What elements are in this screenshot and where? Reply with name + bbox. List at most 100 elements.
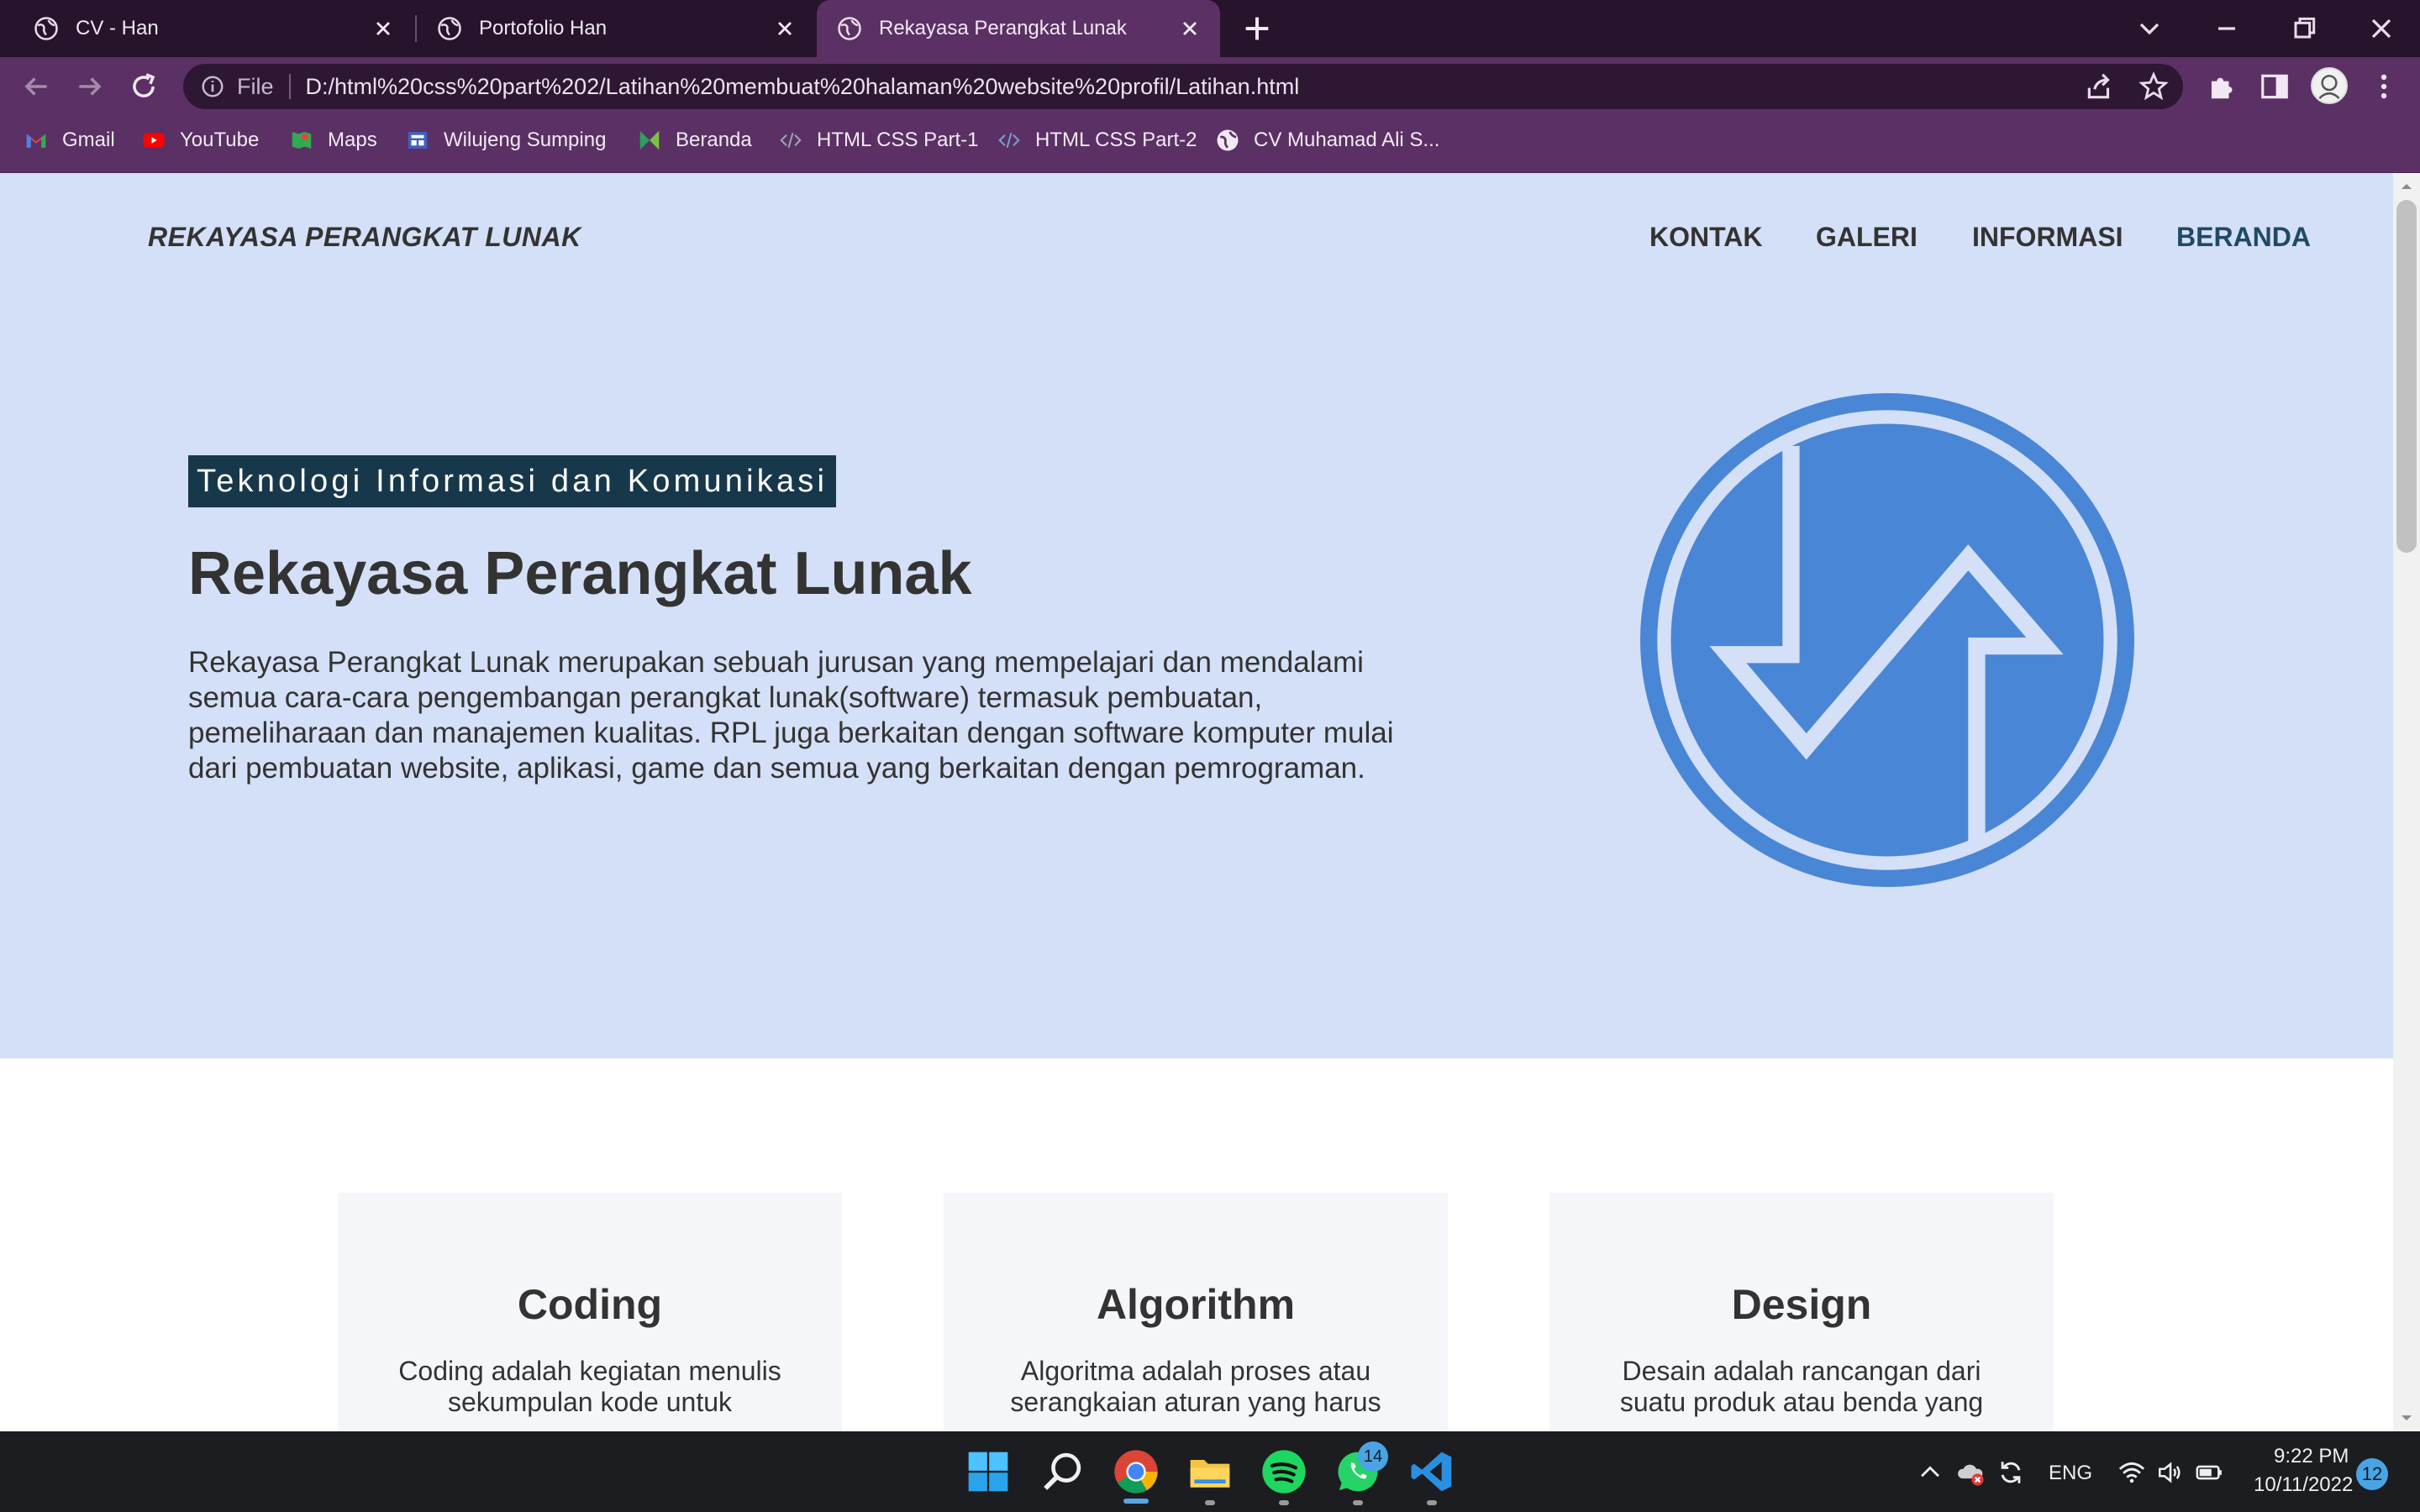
card-design: Design Desain adalah rancangan dari suat… xyxy=(1549,1193,2054,1431)
clock-time[interactable]: 9:22 PM xyxy=(2274,1445,2349,1468)
bookmark-html-css-part-1[interactable]: HTML CSS Part-1 xyxy=(778,126,978,155)
bookmark-label: Wilujeng Sumping xyxy=(444,129,607,151)
rpl-logo-icon xyxy=(1640,393,2134,887)
new-tab-plus-icon[interactable] xyxy=(1240,12,1274,45)
file-explorer-icon[interactable] xyxy=(1186,1448,1234,1495)
bookmark-label: Gmail xyxy=(62,129,115,151)
windows-start-icon[interactable] xyxy=(965,1448,1012,1495)
extensions-puzzle-icon[interactable] xyxy=(2205,71,2237,102)
globe-icon xyxy=(34,17,58,40)
scroll-up-icon[interactable] xyxy=(2396,176,2417,197)
battery-icon[interactable] xyxy=(2195,1458,2223,1487)
info-icon[interactable] xyxy=(200,74,225,99)
spotify-icon[interactable] xyxy=(1260,1448,1307,1495)
code-icon xyxy=(998,132,1020,149)
restore-icon[interactable] xyxy=(2287,12,2321,45)
bookmark-wilujeng-sumping[interactable]: Wilujeng Sumping xyxy=(405,126,606,155)
tab-cv-han[interactable]: CV - Han xyxy=(0,0,413,57)
clock-date[interactable]: 10/11/2022 xyxy=(2254,1473,2353,1497)
close-icon[interactable] xyxy=(1178,17,1202,40)
url-scheme: File xyxy=(237,73,274,99)
scrollbar-thumb[interactable] xyxy=(2396,200,2417,553)
youtube-icon xyxy=(143,133,165,148)
scroll-down-icon[interactable] xyxy=(2396,1408,2417,1428)
globe-icon xyxy=(438,17,461,40)
bookmark-star-icon[interactable] xyxy=(2138,71,2170,102)
bookmark-label: HTML CSS Part-1 xyxy=(817,129,979,151)
chevron-up-icon[interactable] xyxy=(1916,1458,1944,1487)
nav-kontak[interactable]: KONTAK xyxy=(1649,222,1763,253)
nav-informasi[interactable]: INFORMASI xyxy=(1972,222,2123,253)
hero-badge: Teknologi Informasi dan Komunikasi xyxy=(188,455,837,507)
reload-icon[interactable] xyxy=(128,71,160,102)
bookmark-label: HTML CSS Part-2 xyxy=(1035,129,1197,151)
close-icon[interactable] xyxy=(773,17,797,40)
bookmark-label: YouTube xyxy=(180,129,260,151)
onedrive-error-icon[interactable] xyxy=(1956,1458,1985,1487)
card-text: Coding adalah kegiatan menulis sekumpula… xyxy=(398,1356,781,1417)
nav-beranda[interactable]: BERANDA xyxy=(2176,222,2311,253)
tab-title: CV - Han xyxy=(76,17,159,39)
running-app-dot xyxy=(1353,1500,1363,1505)
globe-icon xyxy=(1217,129,1239,151)
avatar-face-icon xyxy=(2318,75,2340,99)
wifi-icon[interactable] xyxy=(2118,1458,2146,1487)
nav-galeri[interactable]: GALERI xyxy=(1816,222,1918,253)
url-text[interactable]: D:/html%20css%20part%202/Latihan%20membu… xyxy=(306,74,1300,100)
bookmark-beranda[interactable]: Beranda xyxy=(637,126,752,155)
gmail-icon xyxy=(26,134,46,148)
card-text: Desain adalah rancangan dari suatu produ… xyxy=(1619,1356,1984,1417)
close-icon[interactable] xyxy=(371,17,395,40)
url-divider xyxy=(288,74,291,99)
minimize-icon[interactable] xyxy=(2210,12,2244,45)
bookmark-gmail[interactable]: Gmail xyxy=(24,126,115,155)
tab-portofolio-han[interactable]: Portofolio Han xyxy=(417,0,815,57)
bookmark-label: CV Muhamad Ali S... xyxy=(1254,129,1440,151)
running-app-dot xyxy=(1427,1500,1437,1505)
running-app-dot xyxy=(1205,1500,1215,1505)
bookmark-html-css-part-2[interactable]: HTML CSS Part-2 xyxy=(997,126,1197,155)
forward-arrow-icon[interactable] xyxy=(74,71,106,102)
card-title: Algorithm xyxy=(1096,1281,1296,1328)
card-coding: Coding Coding adalah kegiatan menulis se… xyxy=(338,1193,842,1431)
whatsapp-unread-badge: 14 xyxy=(1358,1441,1388,1472)
volume-icon[interactable] xyxy=(2156,1458,2185,1487)
bookmark-label: Maps xyxy=(328,129,377,151)
active-app-indicator xyxy=(1123,1499,1149,1504)
site-icon xyxy=(639,130,660,150)
tab-rekayasa-perangkat-lunak[interactable]: Rekayasa Perangkat Lunak xyxy=(817,0,1220,57)
bookmark-youtube[interactable]: YouTube xyxy=(141,126,259,155)
page-viewport: REKAYASA PERANGKAT LUNAK KONTAK GALERI I… xyxy=(0,173,2393,1431)
address-bar[interactable]: File D:/html%20css%20part%202/Latihan%20… xyxy=(183,64,2183,109)
hero-title: Rekayasa Perangkat Lunak xyxy=(188,540,972,607)
share-icon[interactable] xyxy=(2084,71,2116,102)
vscode-icon[interactable] xyxy=(1408,1448,1455,1495)
bookmark-maps[interactable]: Maps xyxy=(289,126,377,155)
input-language[interactable]: ENG xyxy=(2049,1462,2092,1485)
chrome-icon[interactable] xyxy=(1113,1448,1160,1495)
card-title: Coding xyxy=(517,1281,663,1328)
tab-title: Portofolio Han xyxy=(479,17,608,39)
site-brand[interactable]: REKAYASA PERANGKAT LUNAK xyxy=(148,222,581,253)
sync-icon[interactable] xyxy=(1996,1458,2025,1487)
tab-title: Rekayasa Perangkat Lunak xyxy=(879,17,1127,39)
profile-avatar[interactable] xyxy=(2311,67,2348,104)
back-arrow-icon[interactable] xyxy=(20,71,52,102)
side-panel-icon[interactable] xyxy=(2259,71,2291,102)
card-text: Algoritma adalah proses atau serangkaian… xyxy=(1010,1356,1381,1417)
bookmark-label: Beranda xyxy=(676,129,752,151)
search-icon[interactable] xyxy=(1039,1448,1086,1495)
code-icon xyxy=(780,132,802,149)
notification-count-badge[interactable]: 12 xyxy=(2356,1458,2388,1490)
globe-icon xyxy=(838,17,861,40)
maps-icon xyxy=(292,132,312,149)
menu-kebab-icon[interactable] xyxy=(2368,71,2400,102)
hero-section: REKAYASA PERANGKAT LUNAK KONTAK GALERI I… xyxy=(0,173,2393,1058)
card-algorithm: Algorithm Algoritma adalah proses atau s… xyxy=(944,1193,1448,1431)
tab-search-chevron-down-icon[interactable] xyxy=(2133,12,2166,45)
site-icon xyxy=(408,132,428,149)
window-close-icon[interactable] xyxy=(2365,12,2398,45)
bookmark-cv-muhamad-ali[interactable]: CV Muhamad Ali S... xyxy=(1215,126,1439,155)
hero-description: Rekayasa Perangkat Lunak merupakan sebua… xyxy=(188,646,1394,785)
card-title: Design xyxy=(1731,1281,1872,1328)
